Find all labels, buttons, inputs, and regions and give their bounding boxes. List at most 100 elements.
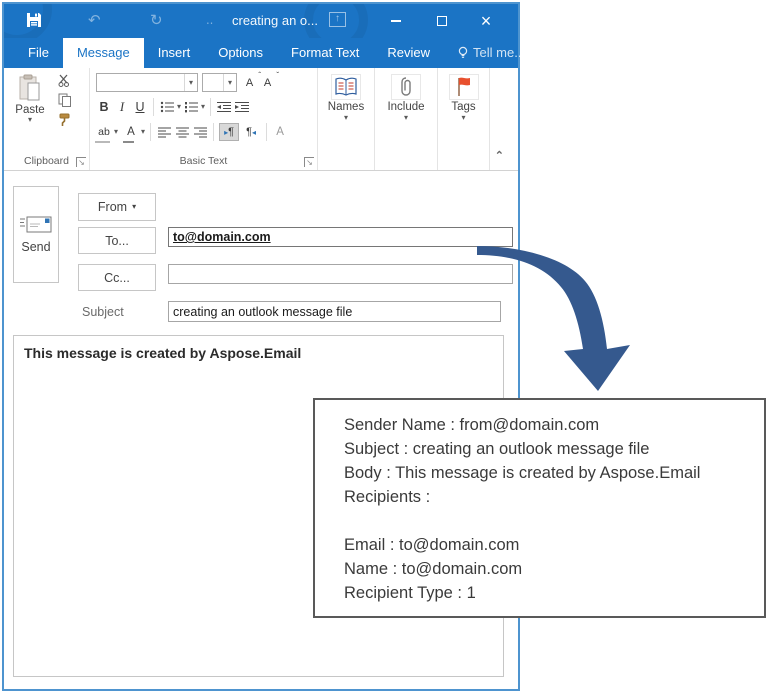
chevron-down-icon: ▾: [141, 127, 146, 136]
highlight-button[interactable]: ab: [95, 123, 112, 143]
subject-label: Subject: [82, 305, 124, 319]
font-color-button[interactable]: A: [123, 123, 139, 143]
chevron-down-icon: ▾: [201, 102, 206, 111]
close-button[interactable]: ×: [466, 4, 506, 38]
msg-properties-callout: Sender Name : from@domain.com Subject : …: [313, 398, 766, 618]
tab-message[interactable]: Message: [62, 38, 144, 68]
outdent-icon: [217, 102, 232, 112]
rtl-paragraph-button[interactable]: ¶ ◂: [241, 123, 261, 141]
redo-icon[interactable]: ↻: [150, 12, 163, 30]
tab-insert[interactable]: Insert: [144, 38, 205, 68]
basic-text-group-label: Basic Text: [179, 155, 228, 167]
screenshot-root: ↶ ↻ ‥ creating an o... ↑ × File Message …: [0, 0, 773, 697]
callout-line: Recipients :: [344, 488, 431, 506]
bold-button[interactable]: B: [96, 98, 112, 116]
grow-font-button[interactable]: Aˆ: [244, 71, 261, 92]
titlebar: ↶ ↻ ‥ creating an o... ↑ ×: [4, 4, 518, 38]
clear-formatting-button[interactable]: A: [272, 123, 288, 141]
from-button[interactable]: From ▾: [78, 193, 156, 221]
tags-label: Tags: [451, 101, 476, 113]
numbering-button[interactable]: [183, 98, 199, 116]
tags-group: Tags ▾: [438, 68, 490, 170]
collapse-ribbon-button[interactable]: ⌃: [495, 149, 504, 162]
tab-tell-me[interactable]: Tell me...: [444, 38, 539, 68]
undo-icon[interactable]: ↶: [88, 12, 101, 30]
callout-line: Email : to@domain.com: [344, 536, 520, 554]
envelope-icon: [20, 216, 52, 233]
align-right-button[interactable]: [192, 123, 208, 141]
ribbon-tab-bar: File Message Insert Options Format Text …: [4, 38, 525, 68]
bullets-button[interactable]: [159, 98, 175, 116]
popout-icon[interactable]: ↑: [329, 12, 346, 27]
chevron-down-icon: ▾: [343, 113, 348, 122]
save-icon[interactable]: [26, 12, 42, 33]
tab-tell-me-label: Tell me...: [473, 45, 526, 60]
address-book-icon: [335, 77, 357, 96]
ltr-paragraph-button[interactable]: ▸ ¶: [219, 123, 240, 141]
names-group: Names ▾: [318, 68, 375, 170]
names-button[interactable]: Names ▾: [318, 74, 374, 122]
bullet-list-icon: [160, 101, 174, 113]
shrink-font-label: A: [263, 76, 272, 89]
clipboard-icon: [19, 74, 40, 101]
dialog-launcher-icon[interactable]: ↘: [76, 157, 86, 167]
chevron-down-icon: ▾: [403, 113, 408, 122]
align-center-icon: [175, 127, 189, 137]
tags-button[interactable]: Tags ▾: [438, 74, 489, 122]
increase-indent-button[interactable]: [234, 98, 250, 116]
qat-customize-icon[interactable]: ‥: [206, 12, 213, 30]
chevron-down-icon: ▾: [177, 102, 182, 111]
align-center-button[interactable]: [174, 123, 190, 141]
to-input[interactable]: [168, 227, 513, 247]
basic-text-group: ▾ ▾ Aˆ Aˇ B I U ▾ ▾ ab ▾ A ▾ ▸ ¶ ¶ ◂ A B…: [90, 68, 318, 170]
minimize-button[interactable]: [376, 4, 416, 38]
to-button[interactable]: To...: [78, 227, 156, 254]
copy-icon[interactable]: [58, 93, 72, 107]
decrease-indent-button[interactable]: [216, 98, 232, 116]
underline-button[interactable]: U: [132, 98, 148, 116]
maximize-button[interactable]: [422, 4, 462, 38]
tab-format-text[interactable]: Format Text: [277, 38, 373, 68]
callout-line: [344, 509, 756, 533]
align-left-button[interactable]: [156, 123, 172, 141]
cc-button[interactable]: Cc...: [78, 264, 156, 291]
italic-button[interactable]: I: [114, 98, 130, 116]
font-size-combo[interactable]: ▾: [202, 73, 237, 92]
tab-file[interactable]: File: [14, 38, 63, 68]
include-button[interactable]: Include ▾: [375, 74, 437, 122]
align-right-icon: [193, 127, 207, 137]
names-label: Names: [327, 101, 365, 113]
send-button[interactable]: Send: [13, 186, 59, 283]
callout-line: Recipient Type : 1: [344, 584, 476, 602]
flag-icon: [457, 77, 470, 96]
grow-font-label: A: [245, 76, 254, 89]
cc-input[interactable]: [168, 264, 513, 284]
callout-line: Body : This message is created by Aspose…: [344, 464, 701, 482]
callout-line: Sender Name : from@domain.com: [344, 416, 600, 434]
chevron-down-icon: ▾: [114, 127, 119, 136]
rtl-arrow-icon: ◂: [251, 127, 256, 137]
align-left-icon: [157, 127, 171, 137]
font-name-combo[interactable]: ▾: [96, 73, 198, 92]
maximize-icon: [437, 16, 447, 26]
tab-review[interactable]: Review: [373, 38, 444, 68]
indent-icon: [235, 102, 250, 112]
window-title: creating an o...: [232, 13, 318, 28]
paste-button[interactable]: Paste ▾: [10, 74, 50, 124]
chevron-down-icon: ▾: [27, 115, 32, 124]
minimize-icon: [391, 20, 401, 22]
chevron-down-icon: ▾: [132, 202, 137, 211]
format-painter-icon[interactable]: [58, 113, 72, 127]
pilcrow-icon: ¶: [228, 126, 234, 138]
include-group: Include ▾: [375, 68, 438, 170]
dialog-launcher-icon[interactable]: ↘: [304, 157, 314, 167]
shrink-font-button[interactable]: Aˇ: [262, 71, 279, 92]
include-label: Include: [387, 101, 425, 113]
ribbon: Paste ▾ Clipboard ↘ ▾ ▾ Aˆ Aˇ B I U ▾ ▾ …: [4, 68, 518, 171]
tab-options[interactable]: Options: [204, 38, 277, 68]
chevron-down-icon: ▾: [227, 77, 232, 87]
cut-icon[interactable]: [58, 74, 72, 87]
callout-line: Subject : creating an outlook message fi…: [344, 440, 650, 458]
chevron-down-icon: ▾: [188, 77, 193, 87]
subject-input[interactable]: [168, 301, 501, 322]
